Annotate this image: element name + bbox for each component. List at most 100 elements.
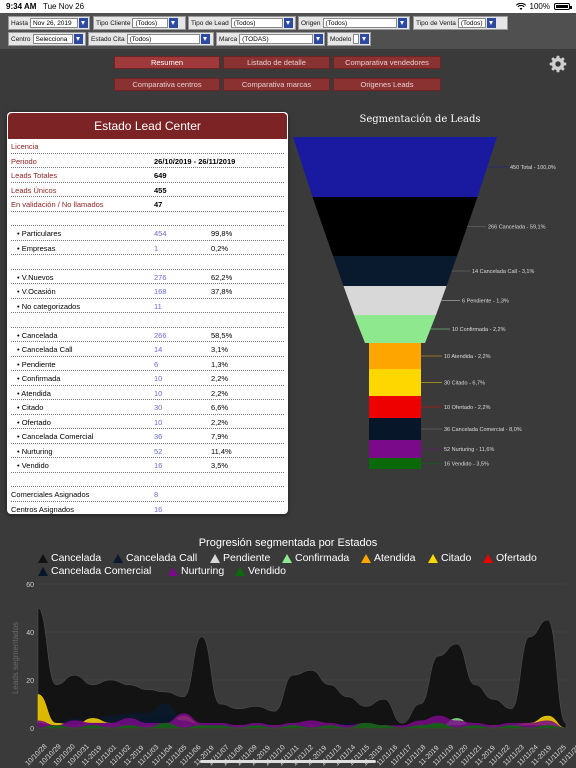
table-row: Leads Totales 649 [11, 168, 284, 183]
row-label: Leads Totales [11, 171, 58, 180]
series-area [37, 607, 567, 729]
chevron-down-icon[interactable] [360, 34, 370, 44]
row-value: 30 [154, 403, 163, 412]
funnel-stage [369, 396, 421, 418]
wifi-icon [515, 2, 526, 10]
legend-label: Atendida [374, 552, 416, 564]
filter-estado-cita[interactable]: Estado Cita (Todos) [88, 32, 214, 46]
filter-marca-label: Marca [219, 35, 238, 43]
tab-comparativa-marcas[interactable]: Comparativa marcas [223, 78, 330, 91]
legend-triangle-icon [361, 553, 371, 563]
row-percent: 6,6% [211, 403, 229, 412]
chevron-down-icon[interactable] [200, 34, 210, 44]
legend-item[interactable]: Citado [428, 552, 471, 564]
chevron-down-icon[interactable] [78, 18, 88, 28]
row-percent: 1,3% [211, 359, 229, 369]
filter-tipo-lead[interactable]: Tipo de Lead (Todos) [188, 16, 296, 30]
chevron-down-icon[interactable] [486, 18, 496, 28]
legend-label: Ofertado [496, 552, 537, 564]
filter-estado-cita-value[interactable]: (Todos) [126, 34, 200, 44]
filter-marca-value[interactable]: (TODAS) [239, 34, 314, 44]
row-label: Comerciales Asignados [11, 490, 90, 499]
legend-triangle-icon [282, 553, 292, 563]
legend-item[interactable]: Pendiente [210, 552, 270, 564]
table-row [11, 473, 284, 487]
tab-origenes-leads[interactable]: Origenes Leads [333, 78, 441, 91]
estado-lead-center-panel: Estado Lead Center Licencia Periodo 26/10/… [7, 112, 288, 514]
filter-bar: Hasta Nov 26, 2019 Tipo Cliente (Todos) … [0, 13, 576, 49]
gear-icon[interactable] [549, 55, 567, 73]
legend-triangle-icon [428, 553, 438, 563]
legend-item[interactable]: Confirmada [282, 552, 349, 564]
funnel-label: 52 Nurturing - 11,6% [444, 447, 494, 453]
y-axis-label: Leads segmentados [11, 622, 20, 694]
row-percent: 2,2% [211, 374, 229, 383]
row-percent: 62,2% [211, 272, 233, 282]
table-row: Periodo 26/10/2019 - 26/11/2019 [11, 154, 284, 168]
row-label: • V.Nuevos [17, 272, 54, 282]
table-row: Centros Asignados 16 [11, 502, 284, 515]
table-row: • V.Nuevos 276 62,2% [11, 270, 284, 284]
chevron-down-icon[interactable] [314, 34, 324, 44]
filter-tipo-lead-value[interactable]: (Todos) [230, 18, 283, 28]
filter-centro-value[interactable]: Selecciona [32, 34, 73, 44]
legend-label: Cancelada Comercial [51, 565, 152, 577]
tab-resumen[interactable]: Resumen [114, 56, 220, 69]
row-percent: 7,9% [211, 432, 229, 441]
legend-triangle-icon [168, 566, 178, 576]
row-label: Licencia [11, 142, 39, 151]
filter-origen[interactable]: Origen (Todos) [298, 16, 410, 30]
filter-hasta-value[interactable]: Nov 26, 2019 [29, 18, 78, 28]
filter-hasta[interactable]: Hasta Nov 26, 2019 [8, 16, 90, 30]
filter-tipo-venta-value[interactable]: (Todos) [457, 18, 486, 28]
filter-origen-value[interactable]: (Todos) [322, 18, 397, 28]
filter-tipo-venta[interactable]: Tipo de Venta (Todos) [413, 16, 508, 30]
tab-comparativa-centros[interactable]: Comparativa centros [114, 78, 220, 91]
chevron-down-icon[interactable] [169, 18, 179, 28]
legend-item[interactable]: Cancelada Call [113, 552, 197, 564]
table-row: • Atendida 10 2,2% [11, 386, 284, 400]
funnel-stage [293, 137, 497, 197]
chevron-down-icon[interactable] [73, 34, 83, 44]
y-tick-label: 20 [26, 678, 34, 685]
row-label: En validación / No llamados [11, 200, 104, 209]
legend-item[interactable]: Ofertado [483, 552, 537, 564]
chevron-down-icon[interactable] [283, 18, 293, 28]
legend-item[interactable]: Nurturing [168, 565, 224, 577]
legend-label: Vendido [248, 565, 286, 577]
filter-centro[interactable]: Centro Selecciona [8, 32, 86, 46]
row-value: 649 [154, 171, 167, 180]
legend-triangle-icon [113, 553, 123, 563]
row-label: Centros Asignados [11, 504, 74, 514]
legend-item[interactable]: Cancelada Comercial [38, 565, 151, 577]
legend-label: Pendiente [223, 552, 271, 564]
filter-tipo-cliente[interactable]: Tipo Cliente (Todos) [93, 16, 186, 30]
legend-triangle-icon [210, 553, 220, 563]
filter-origen-label: Origen [301, 19, 321, 27]
home-indicator [200, 760, 376, 763]
funnel-label: 266 Cancelada - 59,1% [488, 225, 546, 231]
funnel-stage [369, 369, 421, 396]
row-percent: 0,2% [211, 243, 229, 253]
legend-item[interactable]: Atendida [361, 552, 415, 564]
tab-listado-detalle[interactable]: Listado de detalle [223, 56, 330, 69]
row-value: 36 [154, 432, 163, 441]
legend-item[interactable]: Cancelada [38, 552, 101, 564]
filter-marca[interactable]: Marca (TODAS) [216, 32, 325, 46]
funnel-stage [343, 286, 447, 315]
filter-modelo-value[interactable] [353, 34, 360, 44]
row-label: • Vendido [17, 461, 49, 470]
chevron-down-icon[interactable] [397, 18, 407, 28]
row-label: • Citado [17, 403, 44, 412]
row-percent: 2,2% [211, 417, 229, 427]
legend-item[interactable]: Vendido [235, 565, 286, 577]
tab-comparativa-vendedores[interactable]: Comparativa vendedores [333, 56, 441, 69]
filter-modelo[interactable]: Modelo [327, 32, 371, 46]
legend-triangle-icon [483, 553, 493, 563]
filter-tipo-cliente-value[interactable]: (Todos) [132, 18, 169, 28]
table-row: En validación / No llamados 47 [11, 197, 284, 212]
row-label: • V.Ocasión [17, 287, 56, 296]
row-label: • Confirmada [17, 374, 61, 383]
chart-title: Progresión segmentada por Estados [198, 537, 378, 549]
row-percent: 11,4% [211, 446, 232, 456]
